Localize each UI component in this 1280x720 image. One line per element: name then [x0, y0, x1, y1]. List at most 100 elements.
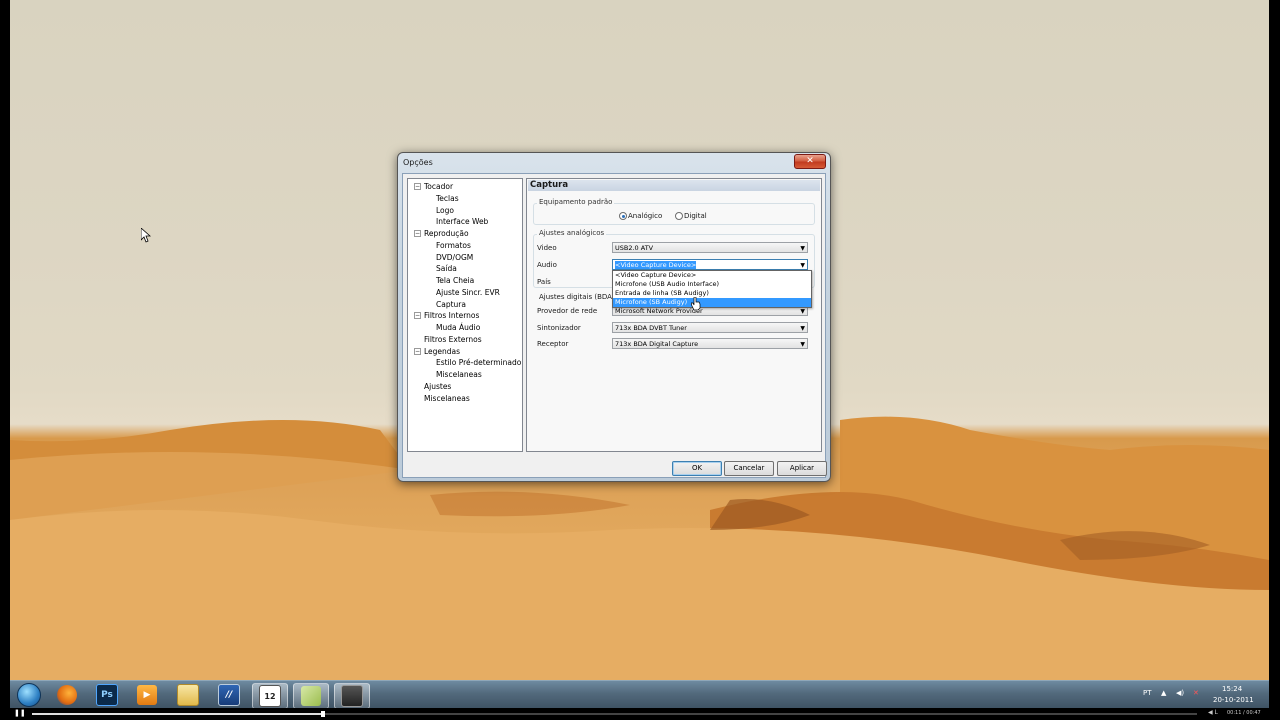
taskbar-app-camera[interactable]	[334, 683, 370, 709]
seek-handle[interactable]	[321, 711, 326, 717]
network-provider-value: Microsoft Network Provider	[615, 307, 703, 315]
media-player-icon: ▶	[137, 685, 157, 705]
options-dialog: Opções ✕ Tocador − Teclas Logo Interface Web…	[397, 152, 831, 482]
tuner-label: Sintonizador	[537, 324, 581, 332]
folder-icon	[177, 684, 199, 706]
seek-track[interactable]	[32, 711, 1197, 717]
capture-panel: Captura Equipamento padrão Analógico Dig…	[526, 178, 822, 452]
tree-item[interactable]: Teclas	[436, 193, 459, 204]
tree-item[interactable]: Captura	[436, 299, 466, 310]
ok-button[interactable]: OK	[672, 461, 722, 476]
chevron-down-icon: ▼	[800, 325, 805, 332]
taskbar-app-photoshop[interactable]: Ps	[90, 683, 124, 707]
taskbar-app-explorer[interactable]	[171, 683, 205, 707]
tree-expander-icon[interactable]: −	[414, 347, 421, 355]
tree-expander-icon[interactable]: −	[414, 183, 421, 190]
chevron-down-icon: ▼	[800, 245, 805, 252]
tree-item[interactable]: Tela Cheia	[436, 275, 474, 286]
network-provider-label: Provedor de rede	[537, 307, 598, 315]
dialog-body: Tocador − Teclas Logo Interface Web Reproduçã…	[402, 173, 827, 478]
volume-icon[interactable]: ◀ L	[1208, 709, 1218, 716]
taskbar-app-calendar[interactable]: 12	[252, 683, 288, 709]
calendar-icon: 12	[259, 685, 281, 707]
player-time: 00:11 / 00:47	[1227, 710, 1261, 716]
dropdown-option[interactable]: Microfone (USB Audio Interface)	[613, 280, 811, 289]
pause-icon[interactable]: ❚❚	[14, 709, 26, 717]
tree-item-label: Filtros Internos	[424, 311, 480, 321]
analog-radio-label[interactable]: Analógico	[628, 212, 662, 220]
dialog-title: Opções	[403, 158, 433, 167]
taskbar-app-firefox[interactable]	[50, 683, 84, 707]
tree-item[interactable]: Miscelaneas	[424, 393, 470, 404]
tree-item-label: Miscelaneas	[436, 370, 482, 379]
tree-item-label: Logo	[436, 205, 454, 215]
seek-progress	[32, 713, 324, 715]
panel-title: Captura	[528, 180, 820, 191]
receiver-combo[interactable]: 713x BDA Digital Capture ▼	[612, 338, 808, 349]
notepad-icon	[301, 686, 321, 706]
tree-item[interactable]: Saída	[436, 263, 457, 274]
video-seekbar: ❚❚ ◀ L 00:11 / 00:47	[0, 708, 1280, 720]
tree-item-label: Miscelaneas	[424, 393, 470, 403]
tree-item-label: Tela Cheia	[436, 276, 475, 285]
tree-item[interactable]: Miscelaneas	[436, 369, 482, 380]
taskbar-app-notepad[interactable]	[293, 683, 329, 709]
tree-expander-icon[interactable]: −	[414, 230, 421, 237]
tree-item-label: Ajustes	[424, 381, 452, 391]
dialog-titlebar[interactable]: Opções ✕	[398, 153, 830, 173]
video-label: Video	[537, 244, 557, 252]
tree-item-label: Captura	[436, 299, 466, 309]
network-icon[interactable]: ✕	[1193, 689, 1199, 697]
tree-item[interactable]: Ajuste Sincr. EVR	[436, 287, 500, 298]
dropdown-option[interactable]: Entrada de linha (SB Audigy)	[613, 289, 811, 298]
tree-item[interactable]: Formatos	[436, 240, 471, 251]
app-icon: //	[218, 684, 240, 706]
digital-radio-label[interactable]: Digital	[684, 212, 707, 220]
taskbar: Ps ▶ // 12 PT ▲ ◀) ✕ 15:24 20-10-2011	[10, 680, 1269, 709]
tree-item-label: Interface Web	[436, 217, 489, 227]
tree-item[interactable]: Logo	[436, 205, 454, 216]
close-button[interactable]: ✕	[794, 154, 826, 169]
taskbar-app-media-player[interactable]: ▶	[130, 683, 164, 707]
receiver-value: 713x BDA Digital Capture	[615, 340, 699, 348]
tree-item-label: Filtros Externos	[424, 334, 482, 344]
tree-expander-icon[interactable]: −	[414, 312, 421, 320]
tree-item-label: Legendas	[424, 346, 461, 356]
tree-item[interactable]: Filtros Internos	[424, 310, 479, 321]
digital-radio[interactable]	[675, 212, 683, 220]
tree-item[interactable]: Tocador	[424, 181, 453, 192]
start-button[interactable]	[12, 683, 46, 707]
start-orb-icon	[17, 683, 41, 707]
digital-settings-label: Ajustes digitais (BDA)	[539, 293, 615, 301]
audio-combo[interactable]: <Video Capture Device> ▼	[612, 259, 808, 270]
clock-time[interactable]: 15:24	[1222, 685, 1242, 693]
tree-item[interactable]: Ajustes	[424, 381, 451, 392]
show-hidden-icons-icon[interactable]: ▲	[1161, 689, 1166, 697]
cancel-button[interactable]: Cancelar	[724, 461, 774, 476]
tuner-value: 713x BDA DVBT Tuner	[615, 324, 687, 332]
tree-item[interactable]: Legendas	[424, 346, 460, 357]
clock-date[interactable]: 20-10-2011	[1213, 696, 1254, 704]
audio-dropdown-list[interactable]: <Video Capture Device> Microfone (USB Aud…	[612, 270, 812, 308]
taskbar-app-generic[interactable]: //	[212, 683, 246, 707]
default-device-group	[533, 203, 815, 225]
tree-item[interactable]: Estilo Pré-determinado	[436, 357, 521, 368]
dropdown-option[interactable]: <Video Capture Device>	[613, 271, 811, 280]
analog-radio[interactable]	[619, 212, 627, 220]
country-label: País	[537, 278, 551, 286]
dropdown-option[interactable]: Microfone (SB Audigy)	[613, 298, 811, 307]
receiver-label: Receptor	[537, 340, 569, 348]
tree-item[interactable]: Muda Áudio	[436, 322, 480, 333]
tree-item-label: Muda Áudio	[436, 323, 481, 332]
apply-button[interactable]: Aplicar	[777, 461, 827, 476]
video-combo[interactable]: USB2.0 ATV ▼	[612, 242, 808, 253]
tree-item[interactable]: Interface Web	[436, 216, 488, 227]
options-tree[interactable]: Tocador − Teclas Logo Interface Web Reproduçã…	[407, 178, 523, 452]
tree-item[interactable]: Filtros Externos	[424, 334, 482, 345]
firefox-icon	[57, 685, 77, 705]
language-indicator[interactable]: PT	[1143, 689, 1152, 697]
tuner-combo[interactable]: 713x BDA DVBT Tuner ▼	[612, 322, 808, 333]
tree-item[interactable]: Reprodução	[424, 228, 469, 239]
volume-icon[interactable]: ◀)	[1176, 689, 1184, 697]
tree-item[interactable]: DVD/OGM	[436, 252, 473, 263]
